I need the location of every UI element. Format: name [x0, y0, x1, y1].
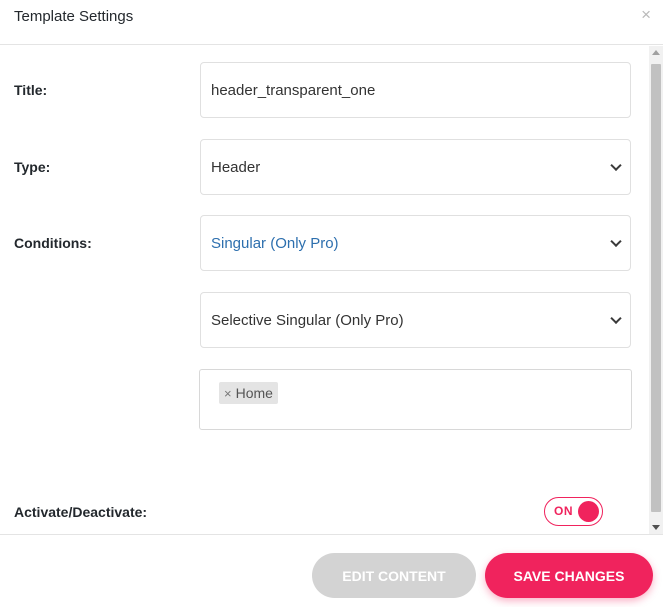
conditions-select[interactable]: Singular (Only Pro) [200, 215, 631, 271]
activate-label: Activate/Deactivate: [14, 504, 148, 520]
close-icon[interactable]: × [641, 5, 651, 25]
chevron-down-icon [610, 312, 622, 325]
type-label: Type: [14, 159, 51, 175]
modal-title: Template Settings [14, 8, 134, 25]
scroll-up-icon[interactable] [652, 50, 660, 55]
toggle-knob [578, 501, 599, 522]
settings-form [0, 46, 649, 534]
selected-tag-label: Home [235, 385, 273, 401]
type-select-value: Header [211, 158, 261, 176]
selected-items-box[interactable]: × Home [199, 369, 632, 430]
chevron-down-icon [610, 159, 622, 172]
conditions-sub-select[interactable]: Selective Singular (Only Pro) [200, 292, 631, 348]
toggle-state-label: ON [554, 504, 573, 518]
type-select[interactable]: Header [200, 139, 631, 195]
save-changes-button[interactable]: SAVE CHANGES [485, 553, 653, 598]
scrollbar[interactable] [649, 46, 663, 534]
modal-header: Template Settings × [0, 0, 663, 45]
title-input-value: header_transparent_one [211, 81, 376, 99]
conditions-sub-select-value: Selective Singular (Only Pro) [211, 311, 404, 329]
modal-footer: EDIT CONTENT SAVE CHANGES [0, 534, 663, 607]
title-label: Title: [14, 82, 48, 98]
tag-remove-icon[interactable]: × [224, 386, 232, 401]
title-input[interactable]: header_transparent_one [200, 62, 631, 118]
selected-tag: × Home [219, 382, 278, 404]
scroll-down-icon[interactable] [652, 525, 660, 530]
conditions-label: Conditions: [14, 235, 92, 251]
chevron-down-icon [610, 235, 622, 248]
edit-content-button[interactable]: EDIT CONTENT [312, 553, 476, 598]
conditions-select-value: Singular (Only Pro) [211, 234, 339, 252]
activate-toggle[interactable]: ON [544, 497, 603, 526]
scrollbar-thumb[interactable] [651, 64, 661, 512]
